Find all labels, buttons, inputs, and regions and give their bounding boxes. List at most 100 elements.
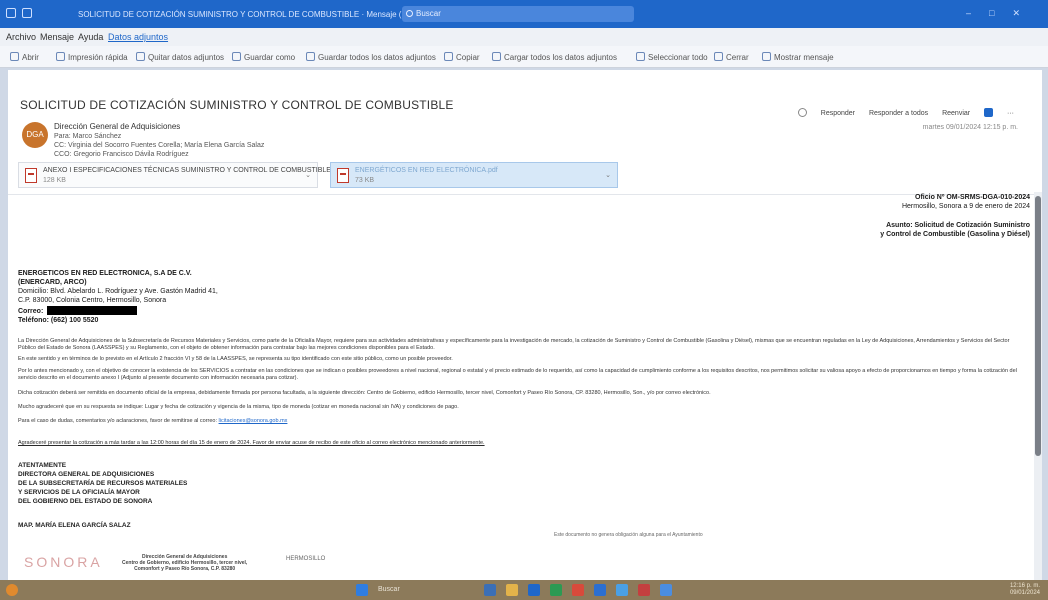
ribbon-label: Impresión rápida (68, 53, 128, 62)
signature-line-4: Y SERVICIOS DE LA OFICIALÍA MAYOR (18, 489, 140, 496)
attachment-size: 128 KB (43, 177, 66, 184)
ribbon-save-as-button[interactable]: Guardar como (232, 52, 295, 62)
cc-line: CC: Virginia del Socorro Fuentes Corella… (54, 142, 265, 149)
system-clock[interactable]: 12:16 p. m. 09/01/2024 (1010, 583, 1040, 597)
windows-start-icon[interactable] (356, 584, 368, 596)
menu-ayuda[interactable]: Ayuda (78, 32, 103, 42)
search-box[interactable]: Buscar (402, 6, 634, 22)
taskbar: Buscar 12:16 p. m. 09/01/2024 (0, 580, 1048, 600)
excel-icon[interactable] (550, 584, 562, 596)
undo-icon[interactable] (22, 8, 32, 18)
scrollbar-thumb[interactable] (1035, 196, 1041, 456)
edge-icon[interactable] (616, 584, 628, 596)
search-icon (406, 10, 413, 17)
reply-all-button[interactable]: Responder a todos (869, 110, 928, 117)
word-icon[interactable] (594, 584, 606, 596)
upload-icon (492, 52, 501, 61)
ribbon-label: Seleccionar todo (648, 53, 708, 62)
chevron-down-icon[interactable]: ⌄ (305, 171, 311, 179)
company-name: ENERGETICOS EN RED ELECTRONICA, S.A DE C… (18, 270, 192, 277)
taskbar-search[interactable]: Buscar (378, 586, 400, 593)
ribbon-open-button[interactable]: Abrir (10, 52, 39, 62)
emoji-reaction-icon[interactable] (797, 108, 807, 117)
ribbon: Abrir Impresión rápida Quitar datos adju… (0, 46, 1048, 68)
company-alias: (ENERCARD, ARCO) (18, 279, 87, 286)
ribbon-select-all-button[interactable]: Seleccionar todo (636, 52, 708, 62)
footer-address: Dirección General de Adquisiciones Centr… (122, 554, 247, 572)
sender-avatar[interactable]: DGA (22, 122, 48, 148)
attachment-size: 73 KB (355, 177, 375, 184)
ribbon-quick-print-button[interactable]: Impresión rápida (56, 52, 128, 62)
menu-datos-adjuntos[interactable]: Datos adjuntos (108, 32, 168, 42)
asunto-line-1: Asunto: Solicitud de Cotización Suminist… (886, 222, 1030, 229)
attachment-1[interactable]: ANEXO I ESPECIFICACIONES TÉCNICAS SUMINI… (18, 162, 343, 188)
file-explorer-icon[interactable] (506, 584, 518, 596)
quick-access-toolbar (6, 8, 46, 20)
paragraph-3: Por lo antes mencionado y, con el objeti… (18, 368, 1017, 381)
ribbon-copy-button[interactable]: Copiar (444, 52, 480, 62)
divider (8, 194, 1042, 195)
teams-icon[interactable] (660, 584, 672, 596)
sender-name[interactable]: Dirección General de Adquisiciones (54, 122, 180, 131)
pdf-icon (337, 168, 349, 183)
outlook-icon[interactable] (528, 584, 540, 596)
signature-line-2: DIRECTORA GENERAL DE ADQUISICIONES (18, 471, 155, 478)
vertical-scrollbar[interactable] (1034, 192, 1042, 580)
chevron-down-icon[interactable]: ⌄ (605, 171, 611, 179)
email-subject: SOLICITUD DE COTIZACIÓN SUMINISTRO Y CON… (20, 98, 454, 112)
email-label: Correo: (18, 308, 44, 315)
paragraph-1: La Dirección General de Adquisiciones de… (18, 338, 1010, 351)
save-as-icon (232, 52, 241, 61)
sonora-logo: SONORA (24, 554, 103, 570)
oficio-number: Oficio Nº OM-SRMS-DGA-010-2024 (915, 194, 1030, 201)
clock-time: 12:16 p. m. (1009, 583, 1040, 589)
menu-bar: Archivo Mensaje Ayuda Datos adjuntos (0, 28, 1048, 46)
select-all-icon (636, 52, 645, 61)
ribbon-label: Cerrar (726, 53, 749, 62)
ribbon-label: Cargar todos los datos adjuntos (504, 53, 617, 62)
ribbon-show-message-button[interactable]: Mostrar mensaje (762, 52, 834, 62)
signature-line-3: DE LA SUBSECRETARÍA DE RECURSOS MATERIAL… (18, 480, 188, 487)
paragraph-6-text: Para el caso de dudas, comentarios y/o a… (18, 418, 218, 424)
message-date: martes 09/01/2024 12:15 p. m. (922, 124, 1018, 131)
more-options-icon[interactable]: ··· (1007, 110, 1014, 117)
contact-email-link[interactable]: licitaciones@sonora.gob.mx (219, 418, 288, 424)
ribbon-upload-all-button[interactable]: Cargar todos los datos adjuntos (492, 52, 617, 62)
company-email: Correo: (18, 306, 138, 315)
weather-icon[interactable] (6, 584, 18, 596)
attachment-2[interactable]: ENERGÉTICOS EN RED ELECTRÓNICA.pdf 73 KB… (330, 162, 618, 188)
pdf-reader-icon[interactable] (638, 584, 650, 596)
open-icon (10, 52, 19, 61)
paragraph-6: Para el caso de dudas, comentarios y/o a… (18, 418, 1018, 425)
chrome-icon[interactable] (572, 584, 584, 596)
ribbon-remove-attachment-button[interactable]: Quitar datos adjuntos (136, 52, 224, 62)
menu-archivo[interactable]: Archivo (6, 32, 36, 42)
ribbon-label: Abrir (22, 53, 39, 62)
reading-pane: SOLICITUD DE COTIZACIÓN SUMINISTRO Y CON… (8, 70, 1042, 580)
window-title: SOLICITUD DE COTIZACIÓN SUMINISTRO Y CON… (78, 10, 426, 19)
print-icon (56, 52, 65, 61)
save-icon[interactable] (6, 8, 16, 18)
paragraph-4: Dicha cotización deberá ser remitida en … (18, 390, 711, 396)
menu-mensaje[interactable]: Mensaje (40, 32, 74, 42)
footer-line-3: Comonfort y Paseo Río Sonora, C.P. 83280 (134, 566, 236, 572)
save-all-icon (306, 52, 315, 61)
ribbon-save-all-button[interactable]: Guardar todos los datos adjuntos (306, 52, 436, 62)
forward-button[interactable]: Reenviar (942, 110, 970, 117)
message-icon (762, 52, 771, 61)
signature-line-5: DEL GOBIERNO DEL ESTADO DE SONORA (18, 498, 153, 505)
ribbon-label: Guardar todos los datos adjuntos (318, 53, 436, 62)
search-placeholder: Buscar (416, 9, 441, 18)
signatory-name: MAP. MARÍA ELENA GARCÍA SALAZ (18, 522, 131, 529)
company-phone: Teléfono: (662) 100 5520 (18, 317, 99, 324)
paragraph-5: Mucho agradeceré que en su respuesta se … (18, 404, 459, 410)
asunto-line-2: y Control de Combustible (Gasolina y Dié… (880, 231, 1030, 238)
place-date: Hermosillo, Sonora a 9 de enero de 2024 (901, 203, 1030, 210)
reply-button[interactable]: Responder (821, 110, 855, 117)
task-view-icon[interactable] (484, 584, 496, 596)
teams-icon[interactable] (984, 108, 994, 117)
copy-icon (444, 52, 453, 61)
ribbon-label: Quitar datos adjuntos (148, 53, 225, 62)
window-controls[interactable]: –□✕ (966, 8, 1038, 19)
ribbon-close-button[interactable]: Cerrar (714, 52, 749, 62)
